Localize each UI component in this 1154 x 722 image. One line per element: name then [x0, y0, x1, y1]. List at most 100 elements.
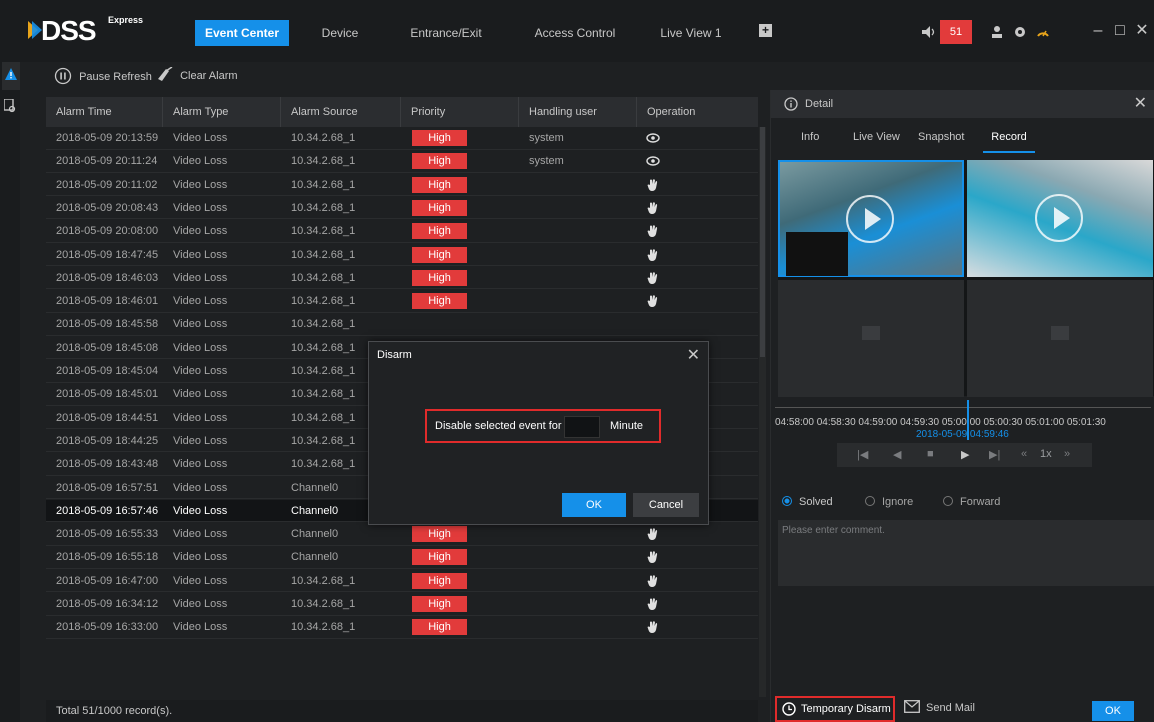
handle-hand-icon[interactable] [646, 550, 660, 564]
minimize-icon[interactable]: – [1089, 22, 1107, 40]
table-row[interactable]: 2018-05-09 20:08:43 Video Loss 10.34.2.68_… [46, 197, 758, 220]
fast-icon[interactable]: » [1064, 448, 1070, 460]
play-button-icon[interactable]: ▶ [961, 448, 969, 461]
column-header-priority[interactable]: Priority [401, 97, 519, 127]
cell-alarm-type: Video Loss [173, 318, 228, 331]
temporary-disarm-label: Temporary Disarm [801, 703, 891, 715]
speaker-icon[interactable] [922, 26, 936, 38]
cell-alarm-type: Video Loss [173, 271, 228, 284]
view-eye-icon[interactable] [646, 154, 660, 168]
priority-badge: High [412, 619, 467, 636]
cell-alarm-time: 2018-05-09 16:55:33 [56, 528, 159, 541]
tab-entrance-exit[interactable]: Entrance/Exit [392, 20, 500, 46]
priority-badge: High [412, 269, 467, 286]
video-window-4[interactable] [967, 280, 1153, 397]
user-icon[interactable] [990, 25, 1004, 39]
video-window-1[interactable] [778, 160, 964, 277]
alarm-count-badge[interactable]: 51 [940, 20, 972, 44]
radio-forward[interactable]: Forward [943, 496, 1000, 508]
playback-timeline[interactable]: 04:58:00 04:58:30 04:59:00 04:59:30 05:0… [771, 400, 1154, 440]
table-row[interactable]: 2018-05-09 16:34:12 Video Loss 10.34.2.68_… [46, 593, 758, 616]
table-row[interactable]: 2018-05-09 20:11:02 Video Loss 10.34.2.68_… [46, 174, 758, 197]
column-header-alarm-time[interactable]: Alarm Time [46, 97, 163, 127]
detail-footer: Temporary Disarm Send Mail OK [771, 693, 1154, 722]
handle-hand-icon[interactable] [646, 248, 660, 262]
first-frame-icon[interactable]: |◀ [857, 448, 868, 461]
tab-live-view-1[interactable]: Live View 1 [648, 20, 734, 46]
dialog-cancel-button[interactable]: Cancel [633, 493, 699, 517]
table-row[interactable]: 2018-05-09 18:46:03 Video Loss 10.34.2.68_… [46, 267, 758, 290]
table-row[interactable]: 2018-05-09 18:47:45 Video Loss 10.34.2.68_… [46, 244, 758, 266]
video-window-2[interactable] [967, 160, 1153, 277]
handle-hand-icon[interactable] [646, 620, 660, 634]
pause-refresh-button[interactable]: Pause Refresh [54, 67, 152, 85]
disarm-minutes-input[interactable] [564, 416, 600, 438]
table-row[interactable]: 2018-05-09 20:08:00 Video Loss 10.34.2.68_… [46, 220, 758, 243]
dialog-ok-button[interactable]: OK [562, 493, 626, 517]
detail-ok-button[interactable]: OK [1092, 701, 1134, 721]
cell-alarm-source: 10.34.2.68_1 [291, 201, 356, 214]
tab-device[interactable]: Device [300, 20, 380, 46]
handle-hand-icon[interactable] [646, 178, 660, 192]
cell-alarm-time: 2018-05-09 16:33:00 [56, 621, 159, 634]
temporary-disarm-button[interactable]: Temporary Disarm [775, 696, 895, 722]
table-row[interactable]: 2018-05-09 16:33:00 Video Loss 10.34.2.68_… [46, 616, 758, 639]
play-icon[interactable] [1035, 194, 1083, 242]
detail-close-icon[interactable]: ✕ [1134, 93, 1147, 113]
gauge-icon[interactable] [1036, 25, 1050, 39]
view-eye-icon[interactable] [646, 131, 660, 145]
column-header-handling-user[interactable]: Handling user [519, 97, 637, 127]
tab-event-center[interactable]: Event Center [195, 20, 289, 46]
event-search-icon[interactable] [4, 99, 16, 113]
detail-tab-info[interactable]: Info [801, 131, 819, 153]
comment-input[interactable]: Please enter comment. [778, 520, 1154, 586]
handle-hand-icon[interactable] [646, 271, 660, 285]
cell-alarm-source: 10.34.2.68_1 [291, 621, 356, 634]
handle-hand-icon[interactable] [646, 597, 660, 611]
handle-hand-icon[interactable] [646, 201, 660, 215]
rail-item-alarm[interactable] [2, 62, 20, 90]
handle-hand-icon[interactable] [646, 527, 660, 541]
add-tab-icon[interactable]: + [759, 24, 772, 37]
table-row[interactable]: 2018-05-09 18:46:01 Video Loss 10.34.2.68_… [46, 290, 758, 313]
handle-hand-icon[interactable] [646, 224, 660, 238]
radio-ignore[interactable]: Ignore [865, 496, 913, 508]
table-scrollbar[interactable] [759, 127, 766, 697]
column-header-operation[interactable]: Operation [637, 97, 758, 127]
handle-hand-icon[interactable] [646, 574, 660, 588]
video-window-3[interactable] [778, 280, 964, 397]
detail-tab-snapshot[interactable]: Snapshot [918, 131, 964, 153]
table-row[interactable]: 2018-05-09 16:47:00 Video Loss 10.34.2.68_… [46, 570, 758, 593]
cell-alarm-time: 2018-05-09 18:45:08 [56, 341, 159, 354]
detail-tab-record[interactable]: Record [983, 131, 1035, 153]
cell-alarm-source: Channel0 [291, 528, 339, 541]
clear-alarm-label: Clear Alarm [180, 70, 238, 82]
table-row[interactable]: 2018-05-09 20:13:59 Video Loss 10.34.2.68_… [46, 127, 758, 150]
timeline-ticks [775, 400, 1151, 408]
table-row[interactable]: 2018-05-09 16:55:18 Video Loss Channel0 Hig… [46, 546, 758, 569]
dialog-close-icon[interactable]: ✕ [687, 345, 700, 365]
step-forward-icon[interactable]: ▶| [989, 448, 1000, 461]
handle-hand-icon[interactable] [646, 294, 660, 308]
app-window: DSS Express Event Center Device Entrance… [0, 0, 1154, 722]
slow-icon[interactable]: « [1021, 448, 1027, 460]
table-row[interactable]: 2018-05-09 18:45:58 Video Loss 10.34.2.68_… [46, 313, 758, 336]
table-row[interactable]: 2018-05-09 20:11:24 Video Loss 10.34.2.68_… [46, 150, 758, 173]
gear-icon[interactable] [1013, 25, 1027, 39]
column-header-alarm-type[interactable]: Alarm Type [163, 97, 281, 127]
play-icon[interactable] [846, 195, 894, 243]
column-header-alarm-source[interactable]: Alarm Source [281, 97, 401, 127]
clear-alarm-button[interactable]: Clear Alarm [155, 66, 238, 85]
rewind-icon[interactable]: ◀ [893, 448, 901, 461]
close-icon[interactable]: ✕ [1133, 22, 1151, 40]
camera-placeholder-icon [1051, 326, 1069, 340]
scrollbar-thumb[interactable] [760, 127, 765, 357]
radio-solved[interactable]: Solved [782, 496, 833, 508]
table-row[interactable]: 2018-05-09 16:55:33 Video Loss Channel0 Hig… [46, 523, 758, 546]
maximize-icon[interactable]: □ [1111, 22, 1129, 40]
stop-icon[interactable]: ■ [927, 448, 934, 460]
tab-access-control[interactable]: Access Control [515, 20, 635, 46]
cell-alarm-type: Video Loss [173, 411, 228, 424]
radio-ignore-label: Ignore [882, 496, 914, 508]
detail-tab-live-view[interactable]: Live View [853, 131, 900, 153]
